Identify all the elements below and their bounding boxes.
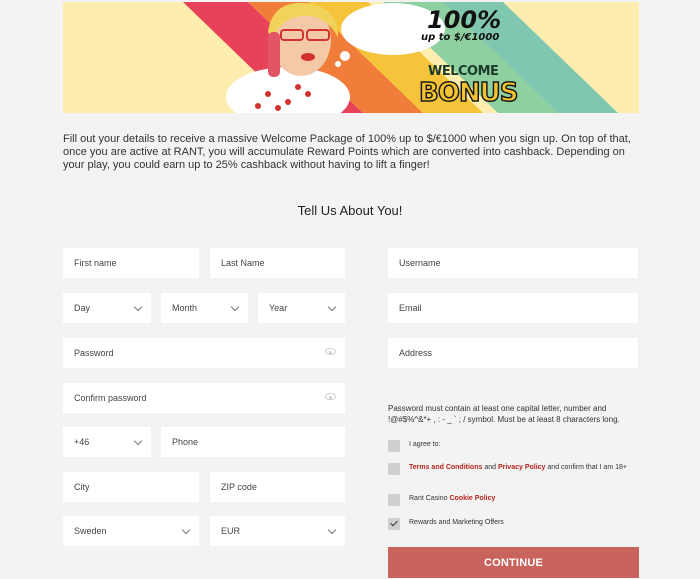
password-placeholder: Password	[74, 348, 114, 358]
password-hint: Password must contain at least one capit…	[388, 404, 620, 424]
phone-code-value: +46	[74, 437, 90, 447]
chevron-down-icon	[133, 302, 143, 312]
marketing-checkbox[interactable]	[388, 518, 400, 530]
month-select-label: Month	[172, 303, 198, 313]
chevron-down-icon	[133, 436, 143, 446]
city-field[interactable]: City	[63, 472, 199, 502]
country-select[interactable]: Sweden	[63, 516, 199, 546]
chevron-down-icon	[230, 302, 240, 312]
day-select[interactable]: Day	[63, 293, 151, 323]
terms-row: Terms and Conditions and Privacy Policy …	[388, 463, 638, 475]
welcome-bonus-banner: 100% up to $/€1000 WELCOME BONUS	[63, 2, 639, 113]
year-select[interactable]: Year	[258, 293, 345, 323]
bonus-text: BONUS	[418, 77, 519, 109]
banner-artwork	[183, 2, 618, 113]
terms-tail-text: and confirm that I am 18+	[547, 464, 627, 471]
first-name-field[interactable]: First name	[63, 248, 199, 278]
password-field[interactable]: Password	[63, 338, 345, 368]
username-field[interactable]: Username	[388, 248, 638, 278]
month-select[interactable]: Month	[161, 293, 248, 323]
agree-label: I agree to:	[409, 441, 441, 448]
terms-and-text: and	[484, 464, 497, 471]
welcome-text: WELCOME	[428, 64, 499, 79]
bonus-amount: up to $/€1000	[421, 32, 500, 43]
email-field[interactable]: Email	[388, 293, 638, 323]
eye-icon[interactable]	[325, 348, 336, 355]
chevron-down-icon	[327, 302, 337, 312]
agree-row: I agree to:	[388, 440, 441, 452]
cookie-row: Rant Casino Cookie Policy	[388, 494, 495, 506]
bonus-percent: 100%	[427, 6, 502, 34]
chevron-down-icon	[181, 525, 191, 535]
year-select-label: Year	[269, 303, 288, 313]
marketing-label: Rewards and Marketing Offers	[409, 519, 504, 526]
form-title: Tell Us About You!	[297, 203, 403, 218]
terms-checkbox[interactable]	[388, 463, 400, 475]
confirm-password-placeholder: Confirm password	[74, 393, 147, 403]
phone-code-select[interactable]: +46	[63, 427, 151, 457]
terms-link[interactable]: Terms and Conditions	[409, 464, 482, 471]
currency-select[interactable]: EUR	[210, 516, 345, 546]
marketing-row: Rewards and Marketing Offers	[388, 518, 504, 530]
continue-button[interactable]: CONTINUE	[388, 547, 639, 578]
chevron-down-icon	[327, 525, 337, 535]
confirm-password-field[interactable]: Confirm password	[63, 383, 345, 413]
phone-field[interactable]: Phone	[161, 427, 345, 457]
eye-icon[interactable]	[325, 393, 336, 400]
privacy-link[interactable]: Privacy Policy	[498, 464, 545, 471]
address-field[interactable]: Address	[388, 338, 638, 368]
terms-label: Terms and Conditions and Privacy Policy …	[409, 463, 627, 473]
cookie-checkbox[interactable]	[388, 494, 400, 506]
agree-checkbox[interactable]	[388, 440, 400, 452]
zip-field[interactable]: ZIP code	[210, 472, 345, 502]
country-value: Sweden	[74, 526, 107, 536]
cookie-label: Rant Casino Cookie Policy	[409, 494, 495, 504]
intro-text: Fill out your details to receive a massi…	[63, 133, 631, 171]
last-name-field[interactable]: Last Name	[210, 248, 345, 278]
day-select-label: Day	[74, 303, 91, 313]
cookie-link[interactable]: Cookie Policy	[449, 495, 495, 502]
currency-value: EUR	[221, 526, 241, 536]
cookie-prefix-text: Rant Casino	[409, 495, 448, 502]
